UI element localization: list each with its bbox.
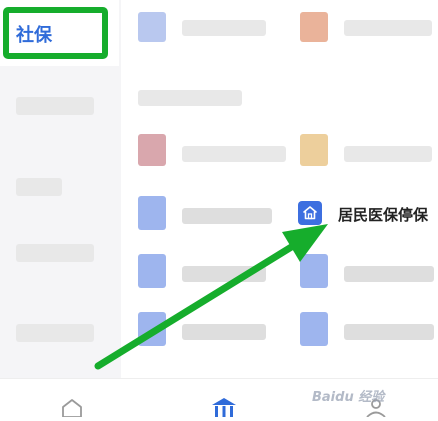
arrow-annotation <box>94 224 328 370</box>
bank-icon[interactable] <box>210 397 238 421</box>
watermark: Baidu 经验 <box>312 390 385 405</box>
home-icon[interactable] <box>60 397 84 421</box>
